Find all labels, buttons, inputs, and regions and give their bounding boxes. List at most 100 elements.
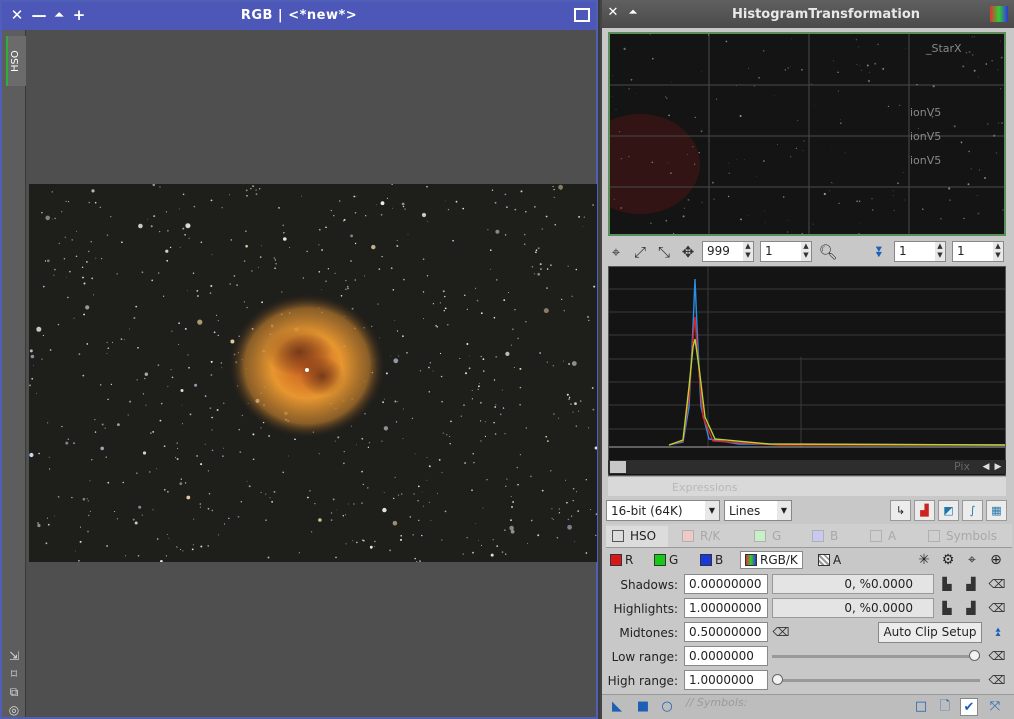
high-range-input[interactable]: 1.0000000	[684, 670, 768, 690]
image-side-strip: HSO ⇲ ⌑ ⧉ ◎	[2, 30, 26, 717]
graph-style-combo[interactable]: Lines ▼	[724, 500, 792, 521]
tab-g[interactable]: G	[748, 526, 800, 547]
scroll-right-icon[interactable]: ▶	[992, 460, 1004, 474]
zoom-y-spinner[interactable]: 1 ▲ ▼	[760, 241, 812, 262]
bit-depth-value: 16-bit (64K)	[611, 504, 683, 518]
channel-a[interactable]: A	[818, 553, 841, 567]
blue-swatch-icon	[700, 554, 712, 566]
tab-hso[interactable]: HSO	[606, 526, 668, 547]
channels-graph-icon[interactable]: ▟	[914, 500, 935, 521]
apply-global-icon[interactable]: ■	[634, 698, 652, 716]
chevron-down-icon[interactable]: ▼	[777, 501, 791, 520]
reset-all-icon[interactable]: ⤧	[986, 698, 1004, 716]
tool-titlebar[interactable]: ✕ ⏶ HistogramTransformation	[602, 0, 1014, 28]
spinner-arrows[interactable]: ▲ ▼	[801, 242, 811, 261]
channel-tabs: HSO R/K G B A Symbols	[606, 524, 1012, 548]
tab-label: B	[830, 529, 839, 543]
channel-selector: R G B RGB/K A ✳ ⚙ ⌖ ⊕	[606, 550, 1012, 572]
checker-icon	[818, 554, 830, 566]
zoom-y-value: 1	[765, 244, 773, 258]
channel-palette-icon[interactable]	[990, 6, 1008, 22]
spinner-arrows[interactable]: ▲ ▼	[743, 242, 753, 261]
channel-b[interactable]: B	[700, 553, 723, 567]
high-range-slider[interactable]	[772, 679, 980, 682]
target-icon[interactable]: ◎	[6, 702, 22, 718]
zoom-reset-icon[interactable]: ⤡	[654, 242, 674, 262]
image-window: ✕ — ⏶ + RGB | <*new*> HSO ⇲ ⌑ ⧉ ◎	[0, 0, 598, 719]
tab-b[interactable]: B	[806, 526, 858, 547]
bit-depth-combo[interactable]: 16-bit (64K) ▼	[606, 500, 720, 521]
midtones-label: Midtones:	[619, 626, 678, 640]
zoom-x-spinner[interactable]: 999 ▲ ▼	[702, 241, 754, 262]
ghost-text: ionV5	[910, 130, 942, 143]
reset-icon[interactable]: ⌫	[988, 575, 1006, 593]
channel-r[interactable]: R	[610, 553, 633, 567]
reset-icon[interactable]: ⌫	[988, 647, 1006, 665]
zoom-icon[interactable]: 🔍︎	[818, 242, 838, 262]
nebula-image[interactable]	[29, 184, 597, 562]
tab-a[interactable]: A	[864, 526, 914, 547]
image-window-titlebar[interactable]: ✕ — ⏶ + RGB | <*new*>	[2, 2, 596, 30]
pan-icon[interactable]: ⌖	[606, 242, 626, 262]
channel-rgbk[interactable]: RGB/K	[740, 551, 803, 569]
histogram-scrollbar[interactable]: Pix ◀ ▶	[608, 460, 1006, 474]
new-instance-icon[interactable]: ◣	[608, 698, 626, 716]
auto-clip-highlights-alt-icon[interactable]: ▟	[962, 599, 980, 617]
collapse-icon[interactable]: ⏬︎	[870, 242, 890, 262]
channel-g[interactable]: G	[654, 553, 678, 567]
spinner-arrows[interactable]: ▲ ▼	[935, 242, 945, 261]
combined-graph-icon[interactable]: ◩	[938, 500, 959, 521]
close-icon[interactable]: ✕	[604, 4, 622, 22]
scroll-left-icon[interactable]: ◀	[980, 460, 992, 474]
image-viewport[interactable]	[27, 30, 597, 717]
move-icon[interactable]: ✥	[678, 242, 698, 262]
reset-icon[interactable]: ⌫	[988, 671, 1006, 689]
histogram-plot[interactable]	[608, 266, 1006, 476]
chevron-down-icon[interactable]: ▼	[705, 501, 719, 520]
channel-label: A	[833, 553, 842, 567]
zoom-fit-icon[interactable]: ⤢	[630, 242, 650, 262]
arrow-icon[interactable]: ⇲	[6, 648, 22, 664]
crosshair-icon[interactable]: ⌖	[962, 550, 982, 570]
midtones-input[interactable]: 0.50000000	[684, 622, 768, 642]
collapse-up-icon[interactable]: ⏫︎	[988, 623, 1006, 641]
tab-symbols[interactable]: Symbols	[922, 526, 1006, 547]
copy-icon[interactable]: ⧉	[6, 684, 22, 700]
low-range-row: Low range: 0.0000000 ⌫	[606, 646, 1012, 668]
spinner-arrows[interactable]: ▲ ▼	[993, 242, 1003, 261]
histogram-preview[interactable]: _StarX ionV5 ionV5 ionV5	[608, 32, 1006, 236]
real-time-preview-icon[interactable]: ○	[658, 698, 676, 716]
output-zoom-x-spinner[interactable]: 1 ▲ ▼	[894, 241, 946, 262]
rejection-icon[interactable]: ↳	[890, 500, 911, 521]
shadows-input[interactable]: 0.00000000	[684, 574, 768, 594]
browse-docs-icon[interactable]: □	[912, 698, 930, 716]
low-range-knob[interactable]	[969, 650, 980, 661]
document-icon[interactable]: 🗋︎	[936, 698, 954, 716]
highlights-clip-count: 0, %0.0000	[772, 598, 934, 618]
output-zoom-y-value: 1	[957, 244, 965, 258]
auto-clip-shadows-alt-icon[interactable]: ▟	[962, 575, 980, 593]
auto-clip-highlights-icon[interactable]: ▙	[938, 599, 956, 617]
high-range-knob[interactable]	[772, 674, 783, 685]
highlights-input[interactable]: 1.00000000	[684, 598, 768, 618]
shade-icon[interactable]: ⏶	[624, 4, 642, 22]
ghost-text: // Symbols:	[686, 696, 748, 709]
star-cursor-icon[interactable]: ✳	[914, 550, 934, 570]
tab-rk[interactable]: R/K	[676, 526, 742, 547]
low-range-slider[interactable]	[772, 655, 980, 658]
crosshair-alt-icon[interactable]: ⊕	[986, 550, 1006, 570]
settings-gear-icon[interactable]: ⚙	[938, 550, 958, 570]
scroll-thumb[interactable]	[610, 461, 626, 473]
reset-icon[interactable]: ⌫	[988, 599, 1006, 617]
reset-icon[interactable]: ⌫	[772, 623, 790, 641]
transfer-curve-icon[interactable]: ∫	[962, 500, 983, 521]
restore-icon[interactable]	[574, 8, 590, 22]
side-tab-hso[interactable]: HSO	[6, 36, 26, 86]
apply-check-icon[interactable]: ✔	[960, 698, 978, 716]
output-zoom-y-spinner[interactable]: 1 ▲ ▼	[952, 241, 1004, 262]
auto-clip-setup-button[interactable]: Auto Clip Setup	[878, 622, 982, 643]
low-range-input[interactable]: 0.0000000	[684, 646, 768, 666]
auto-clip-shadows-icon[interactable]: ▙	[938, 575, 956, 593]
fit-icon[interactable]: ⌑	[6, 666, 22, 682]
grid-icon[interactable]: ▦	[986, 500, 1007, 521]
